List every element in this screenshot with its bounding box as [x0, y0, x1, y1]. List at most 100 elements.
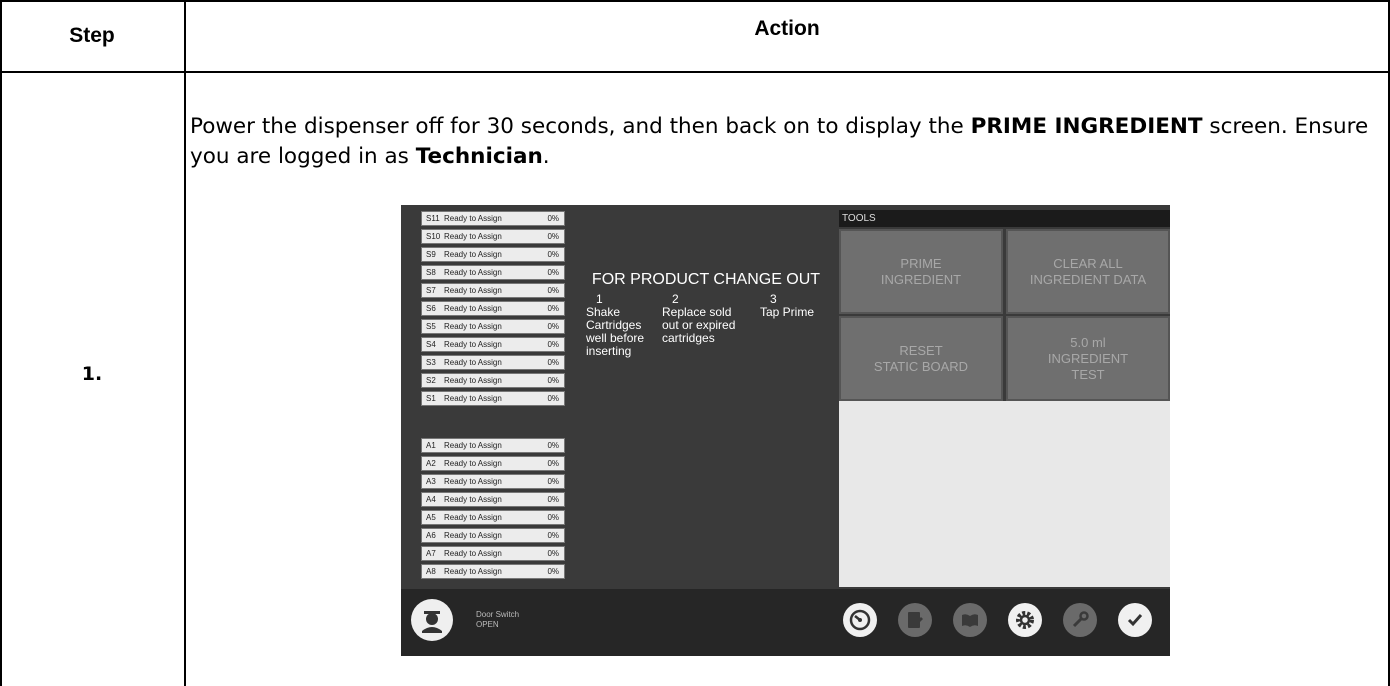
step-number: 1.: [81, 363, 103, 385]
edit-icon[interactable]: [898, 603, 932, 637]
slot-status: Ready to Assign: [444, 376, 502, 385]
cartridge-slot-a8[interactable]: A8 Ready to Assign 0%: [421, 564, 565, 579]
door-switch-state: OPEN: [476, 620, 499, 629]
slot-percent: 0%: [547, 340, 559, 349]
instruction-technician: Technician: [415, 144, 543, 169]
gauge-icon[interactable]: [843, 603, 877, 637]
slot-status: Ready to Assign: [444, 322, 502, 331]
cartridge-slot-s8[interactable]: S8 Ready to Assign 0%: [421, 265, 565, 280]
slot-id: S11: [426, 214, 440, 223]
dispenser-screen: S11 Ready to Assign 0% S10 Ready to Assign 0%…: [401, 205, 1170, 656]
changeout-step-3: 3 Tap Prime: [760, 293, 830, 319]
cartridge-slot-a1[interactable]: A1 Ready to Assign 0%: [421, 438, 565, 453]
slot-percent: 0%: [547, 358, 559, 367]
slot-percent: 0%: [547, 477, 559, 486]
slot-status: Ready to Assign: [444, 268, 502, 277]
check-icon[interactable]: [1118, 603, 1152, 637]
slot-id: S6: [426, 304, 436, 313]
slot-status: Ready to Assign: [444, 549, 502, 558]
cartridge-slot-s9[interactable]: S9 Ready to Assign 0%: [421, 247, 565, 262]
slot-status: Ready to Assign: [444, 232, 502, 241]
cartridge-slot-s1[interactable]: S1 Ready to Assign 0%: [421, 391, 565, 406]
wrench-icon[interactable]: [1063, 603, 1097, 637]
cartridge-slot-a2[interactable]: A2 Ready to Assign 0%: [421, 456, 565, 471]
cartridge-slot-s10[interactable]: S10 Ready to Assign 0%: [421, 229, 565, 244]
slot-percent: 0%: [547, 232, 559, 241]
slot-id: S3: [426, 358, 436, 367]
cartridge-slot-a6[interactable]: A6 Ready to Assign 0%: [421, 528, 565, 543]
changeout-step-2-text: Replace sold out or expired cartridges: [662, 305, 736, 345]
tools-header: TOOLS: [839, 210, 1170, 227]
cartridge-slot-s6[interactable]: S6 Ready to Assign 0%: [421, 301, 565, 316]
cartridge-slot-s11[interactable]: S11 Ready to Assign 0%: [421, 211, 565, 226]
slot-id: S9: [426, 250, 436, 259]
instruction-part3: .: [542, 144, 550, 169]
slot-status: Ready to Assign: [444, 286, 502, 295]
reset-static-board-button[interactable]: RESET STATIC BOARD: [839, 316, 1003, 401]
procedure-table: Step Action 1. Power the dispenser off f…: [0, 0, 1390, 686]
slot-id: S7: [426, 286, 436, 295]
instruction-part1: Power the dispenser off for 30 seconds, …: [190, 114, 971, 139]
header-action: Action: [754, 17, 820, 40]
table-border-left: [0, 0, 2, 686]
cartridge-slot-a7[interactable]: A7 Ready to Assign 0%: [421, 546, 565, 561]
slot-percent: 0%: [547, 214, 559, 223]
slot-status: Ready to Assign: [444, 358, 502, 367]
slot-status: Ready to Assign: [444, 441, 502, 450]
changeout-step-1-text: Shake Cartridges well before inserting: [586, 305, 645, 358]
cartridge-slot-s4[interactable]: S4 Ready to Assign 0%: [421, 337, 565, 352]
door-switch-status: Door Switch OPEN: [476, 610, 519, 630]
slot-status: Ready to Assign: [444, 394, 502, 403]
slot-status: Ready to Assign: [444, 304, 502, 313]
gear-icon[interactable]: [1008, 603, 1042, 637]
slot-id: S8: [426, 268, 436, 277]
cartridge-slot-a3[interactable]: A3 Ready to Assign 0%: [421, 474, 565, 489]
slot-id: A6: [426, 531, 436, 540]
slot-percent: 0%: [547, 531, 559, 540]
slot-percent: 0%: [547, 549, 559, 558]
tools-content-area: [839, 401, 1170, 587]
book-icon[interactable]: [953, 603, 987, 637]
cartridge-slot-a5[interactable]: A5 Ready to Assign 0%: [421, 510, 565, 525]
cartridge-slot-s5[interactable]: S5 Ready to Assign 0%: [421, 319, 565, 334]
door-switch-label: Door Switch: [476, 610, 520, 619]
cartridge-slot-s2[interactable]: S2 Ready to Assign 0%: [421, 373, 565, 388]
slot-percent: 0%: [547, 394, 559, 403]
slot-id: S10: [426, 232, 441, 241]
slot-status: Ready to Assign: [444, 567, 502, 576]
slot-status: Ready to Assign: [444, 340, 502, 349]
slot-status: Ready to Assign: [444, 250, 502, 259]
slot-id: S2: [426, 376, 436, 385]
slot-status: Ready to Assign: [444, 513, 502, 522]
slot-status: Ready to Assign: [444, 214, 502, 223]
slot-id: S4: [426, 340, 436, 349]
slot-percent: 0%: [547, 250, 559, 259]
table-header-divider: [0, 71, 1390, 73]
product-changeout-panel: FOR PRODUCT CHANGE OUT 1 Shake Cartridge…: [586, 271, 826, 383]
clear-all-ingredient-data-button[interactable]: CLEAR ALL INGREDIENT DATA: [1006, 229, 1170, 314]
cartridge-slot-s7[interactable]: S7 Ready to Assign 0%: [421, 283, 565, 298]
instruction-prime-ingredient: PRIME INGREDIENT: [970, 114, 1203, 139]
technician-icon[interactable]: [411, 599, 453, 641]
changeout-step-2: 2 Replace sold out or expired cartridges: [662, 293, 752, 345]
ingredient-test-button[interactable]: 5.0 ml INGREDIENT TEST: [1006, 316, 1170, 401]
slot-percent: 0%: [547, 459, 559, 468]
slot-status: Ready to Assign: [444, 459, 502, 468]
tools-grid: PRIME INGREDIENT CLEAR ALL INGREDIENT DA…: [839, 227, 1170, 401]
changeout-title: FOR PRODUCT CHANGE OUT: [591, 271, 821, 288]
slot-percent: 0%: [547, 376, 559, 385]
slot-id: A2: [426, 459, 436, 468]
slot-id: A3: [426, 477, 436, 486]
table-column-divider: [184, 0, 186, 686]
cartridge-slot-s3[interactable]: S3 Ready to Assign 0%: [421, 355, 565, 370]
instruction-text: Power the dispenser off for 30 seconds, …: [190, 112, 1370, 172]
prime-ingredient-button[interactable]: PRIME INGREDIENT: [839, 229, 1003, 314]
header-step: Step: [69, 24, 115, 47]
slot-id: S1: [426, 394, 436, 403]
changeout-step-1: 1 Shake Cartridges well before inserting: [586, 293, 652, 358]
cartridge-slot-a4[interactable]: A4 Ready to Assign 0%: [421, 492, 565, 507]
slot-status: Ready to Assign: [444, 477, 502, 486]
slot-percent: 0%: [547, 268, 559, 277]
slot-percent: 0%: [547, 495, 559, 504]
changeout-step-3-text: Tap Prime: [760, 305, 815, 319]
